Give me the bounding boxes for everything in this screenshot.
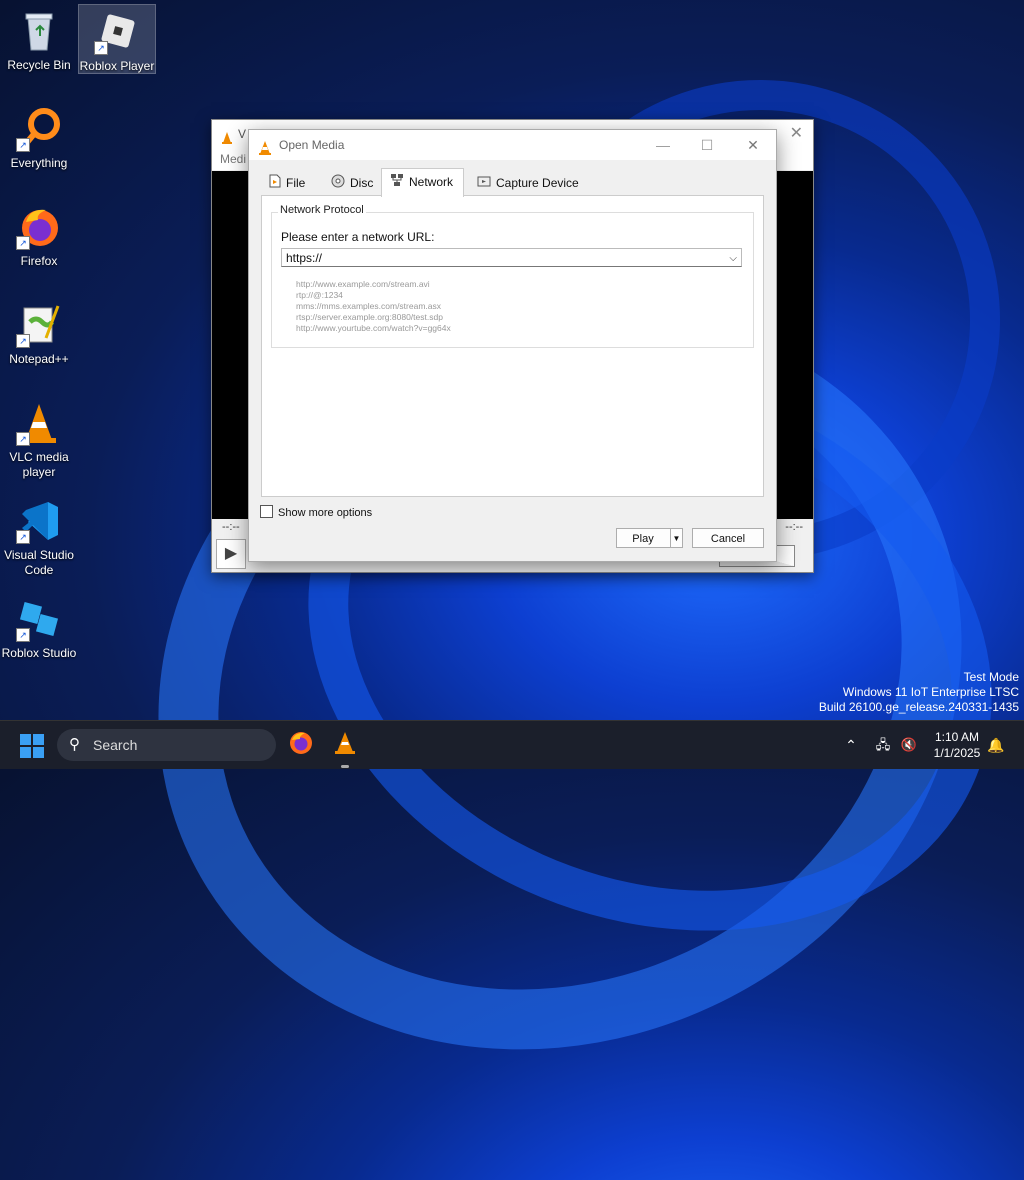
desktop-icon-roblox-player[interactable]: ↗ Roblox Player [78,4,156,74]
watermark-line: Test Mode [963,670,1019,684]
vlc-cone-icon [335,732,355,754]
firefox-icon: ↗ [16,204,62,250]
taskbar: ⚲ Search ⌃ 🖧 🔇 1:10 AM 1/1/2025 🔔 [0,720,1024,769]
tab-file[interactable]: File [261,170,315,196]
taskbar-vlc[interactable] [330,730,360,760]
tab-label: Capture Device [496,176,579,190]
clock-date: 1/1/2025 [933,746,981,760]
roblox-player-icon: ↗ [94,9,140,55]
play-dropdown-button[interactable]: ▼ [670,528,683,548]
shortcut-arrow-icon: ↗ [16,432,30,446]
roblox-studio-icon: ↗ [16,596,62,642]
taskbar-firefox[interactable] [286,730,316,760]
capture-device-icon [477,171,491,197]
url-examples: http://www.example.com/stream.avi rtp://… [296,279,451,334]
tab-disc[interactable]: Disc [323,170,383,196]
windows-logo-icon [33,747,44,758]
play-icon[interactable]: ▶ [216,539,246,569]
desktop-icon-roblox-studio[interactable]: ↗ Roblox Studio [1,596,77,661]
everything-icon: ↗ [16,106,62,152]
desktop-icon-label: Firefox [20,254,58,268]
minimize-icon[interactable]: — [641,130,685,160]
windows-logo-icon [20,734,31,745]
close-icon[interactable]: ✕ [731,130,775,160]
vlc-cone-icon [220,127,234,155]
windows-logo-icon [20,747,31,758]
url-example: rtp://@:1234 [296,290,343,300]
windows-logo-icon [33,734,44,745]
desktop-icon-label: Recycle Bin [7,58,71,72]
notepad-plus-plus-icon: ↗ [16,302,62,348]
show-more-options-label: Show more options [278,507,373,519]
url-label: Please enter a network URL: [281,230,435,244]
cancel-button[interactable]: Cancel [692,528,764,548]
desktop-icon-label: Roblox Studio [1,646,77,660]
vlc-cone-icon: ↗ [16,400,62,446]
close-icon[interactable]: ✕ [790,120,803,148]
show-hidden-icons-chevron-up-icon[interactable]: ⌃ [840,721,862,769]
maximize-icon[interactable]: ☐ [685,130,729,160]
url-example: rtsp://server.example.org:8080/test.sdp [296,312,443,322]
clock-time: 1:10 AM [934,730,980,744]
tab-capture-device[interactable]: Capture Device [469,170,589,196]
shortcut-arrow-icon: ↗ [16,236,30,250]
vlc-cone-icon [257,137,273,167]
vscode-icon: ↗ [16,498,62,544]
system-clock[interactable]: 1:10 AM 1/1/2025 [922,729,992,761]
tab-label: File [286,176,306,190]
network-protocol-group: Network Protocol Please enter a network … [271,204,754,348]
file-icon [269,171,281,197]
chevron-down-icon[interactable]: ⌵ [729,249,737,268]
network-icon [390,170,404,196]
shortcut-arrow-icon: ↗ [16,628,30,642]
desktop-icon-label: Notepad++ [9,352,69,366]
network-status-icon[interactable]: 🖧 [872,721,894,769]
dialog-title: Open Media [279,138,345,152]
desktop-icon-label: Everything [10,156,68,170]
shortcut-arrow-icon: ↗ [16,334,30,348]
desktop-icon-vlc[interactable]: ↗ VLC media player [1,400,77,480]
vlc-main-title: V [238,127,247,141]
watermark-line: Build 26100.ge_release.240331-1435 [818,700,1019,714]
desktop-icon-recycle-bin[interactable]: Recycle Bin [1,8,77,73]
url-example: mms://mms.examples.com/stream.asx [296,301,441,311]
watermark-line: Windows 11 IoT Enterprise LTSC [842,685,1019,699]
desktop-icon-label: VLC media player [9,450,69,479]
desktop-icon-label: Roblox Player [79,59,155,73]
desktop-icon-notepad-plus-plus[interactable]: ↗ Notepad++ [1,302,77,367]
dialog-title-bar: Open Media — ☐ ✕ [249,130,776,160]
url-example: http://www.yourtube.com/watch?v=gg64x [296,323,451,333]
total-time: --:-- [785,521,803,533]
test-mode-watermark: Test Mode Windows 11 IoT Enterprise LTSC… [819,670,1019,715]
tab-label: Disc [350,176,374,190]
desktop-icon-vscode[interactable]: ↗ Visual Studio Code [1,498,77,578]
shortcut-arrow-icon: ↗ [16,530,30,544]
elapsed-time: --:-- [222,521,240,533]
url-value: https:// [286,251,323,265]
search-placeholder: Search [93,737,138,753]
search-icon: ⚲ [69,736,80,753]
group-label: Network Protocol [278,204,366,216]
desktop-icon-firefox[interactable]: ↗ Firefox [1,204,77,269]
taskbar-search[interactable]: ⚲ Search [57,729,276,761]
network-url-combobox[interactable]: https:// ⌵ [281,248,742,267]
show-more-options[interactable]: Show more options [260,505,372,519]
triangle-down-icon: ▼ [672,534,681,543]
desktop-icon-everything[interactable]: ↗ Everything [1,106,77,171]
start-button[interactable] [20,734,44,758]
desktop-icon-label: Visual Studio Code [4,548,74,577]
volume-muted-icon[interactable]: 🔇 [898,721,920,769]
open-media-dialog[interactable]: Open Media — ☐ ✕ File Disc Network Captu… [248,129,777,562]
tab-label: Network [409,175,454,189]
network-tab-page: Network Protocol Please enter a network … [261,195,764,497]
recycle-bin-icon [16,8,62,54]
shortcut-arrow-icon: ↗ [94,41,108,55]
shortcut-arrow-icon: ↗ [16,138,30,152]
firefox-icon [290,732,312,754]
disc-icon [331,171,345,197]
tab-network[interactable]: Network [381,168,465,197]
notification-bell-icon[interactable]: 🔔 [985,721,1007,769]
show-more-options-checkbox[interactable] [260,505,273,518]
url-example: http://www.example.com/stream.avi [296,279,430,289]
